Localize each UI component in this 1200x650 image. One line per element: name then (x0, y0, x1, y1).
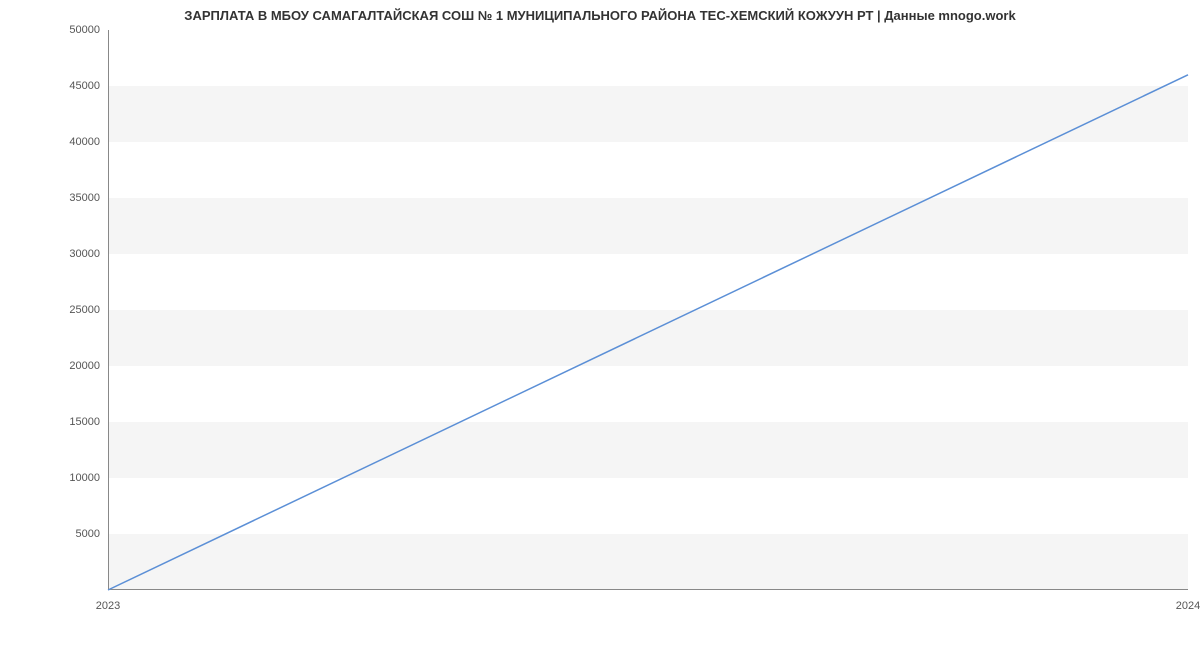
chart-title: ЗАРПЛАТА В МБОУ САМАГАЛТАЙСКАЯ СОШ № 1 М… (0, 0, 1200, 23)
y-tick-label: 25000 (69, 304, 100, 316)
chart-line-svg (108, 30, 1188, 590)
y-tick-label: 45000 (69, 80, 100, 92)
x-tick-label: 2024 (1176, 600, 1200, 612)
x-tick-label: 2023 (96, 600, 120, 612)
data-line (108, 75, 1188, 590)
y-tick-label: 10000 (69, 472, 100, 484)
y-tick-label: 20000 (69, 360, 100, 372)
chart-plot-area: 5000100001500020000250003000035000400004… (108, 30, 1188, 590)
y-tick-label: 40000 (69, 136, 100, 148)
y-tick-label: 50000 (69, 24, 100, 36)
y-tick-label: 5000 (76, 528, 100, 540)
y-tick-label: 30000 (69, 248, 100, 260)
y-tick-label: 15000 (69, 416, 100, 428)
y-tick-label: 35000 (69, 192, 100, 204)
